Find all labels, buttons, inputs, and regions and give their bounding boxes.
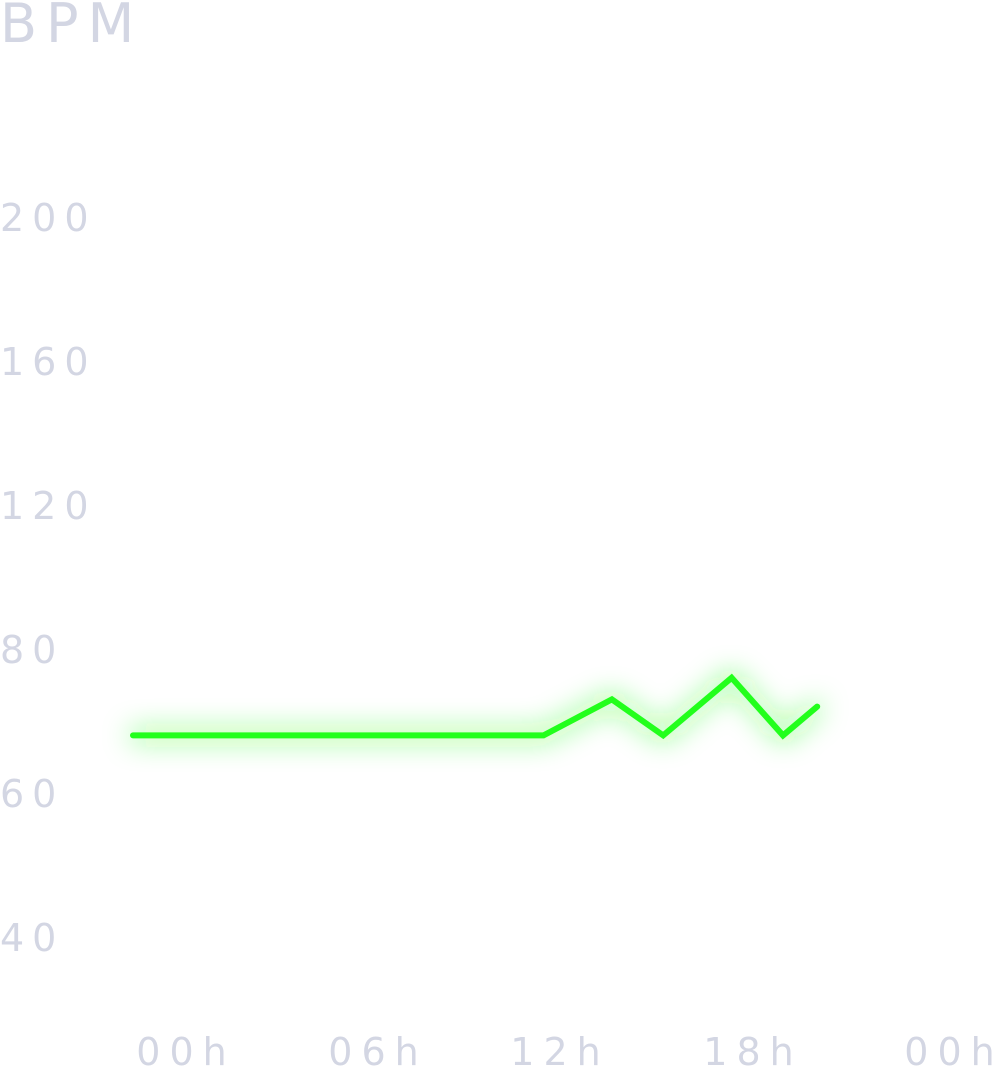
heart-rate-chart: 200 160 120 80 60 40 00h 06h 12h 18h 00h bbox=[0, 196, 1003, 1068]
y-tick-label: 160 bbox=[0, 340, 97, 384]
y-axis-ticks: 200 160 120 80 60 40 bbox=[0, 196, 97, 960]
y-tick-label: 120 bbox=[0, 484, 97, 528]
x-tick-label: 18h bbox=[703, 1030, 802, 1068]
x-tick-label: 06h bbox=[328, 1030, 427, 1068]
x-tick-label: 12h bbox=[510, 1030, 609, 1068]
y-tick-label: 40 bbox=[0, 916, 64, 960]
series-group bbox=[130, 673, 821, 740]
x-tick-label: 00h bbox=[904, 1030, 1003, 1068]
x-tick-label: 00h bbox=[136, 1030, 235, 1068]
x-axis-ticks: 00h 06h 12h 18h 00h bbox=[136, 1030, 1003, 1068]
heart-rate-series-line bbox=[130, 673, 821, 740]
y-tick-label: 60 bbox=[0, 772, 64, 816]
y-tick-label: 200 bbox=[0, 196, 97, 240]
y-tick-label: 80 bbox=[0, 628, 64, 672]
